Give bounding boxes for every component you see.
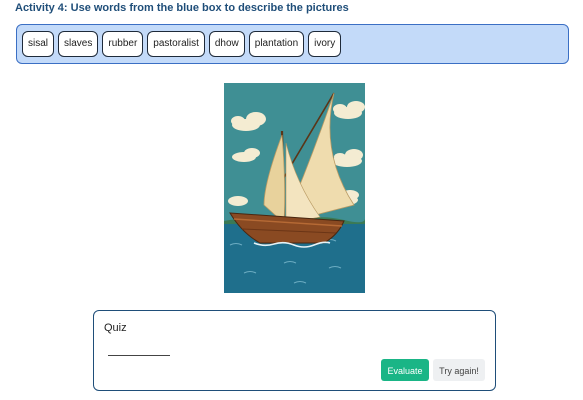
dhow-sailboat-icon [224, 83, 365, 293]
word-chip-sisal[interactable]: sisal [22, 31, 55, 57]
word-chip-slaves[interactable]: slaves [58, 31, 99, 57]
word-chip-plantation[interactable]: plantation [248, 31, 305, 57]
word-chip-pastoralist[interactable]: pastoralist [147, 31, 205, 57]
word-bank-box: sisal slaves rubber pastoralist dhow pla… [16, 24, 569, 64]
activity-title: Activity 4: Use words from the blue box … [15, 2, 349, 14]
dhow-picture [224, 83, 365, 293]
word-bank-list: sisal slaves rubber pastoralist dhow pla… [22, 31, 342, 57]
word-chip-ivory[interactable]: ivory [308, 31, 342, 57]
try-again-button[interactable]: Try again! [433, 359, 485, 381]
word-chip-rubber[interactable]: rubber [102, 31, 144, 57]
quiz-card: Quiz Evaluate Try again! [93, 310, 496, 391]
evaluate-button[interactable]: Evaluate [381, 359, 429, 381]
word-chip-dhow[interactable]: dhow [208, 31, 245, 57]
quiz-title: Quiz [104, 322, 127, 334]
answer-blank-input[interactable] [108, 343, 170, 356]
